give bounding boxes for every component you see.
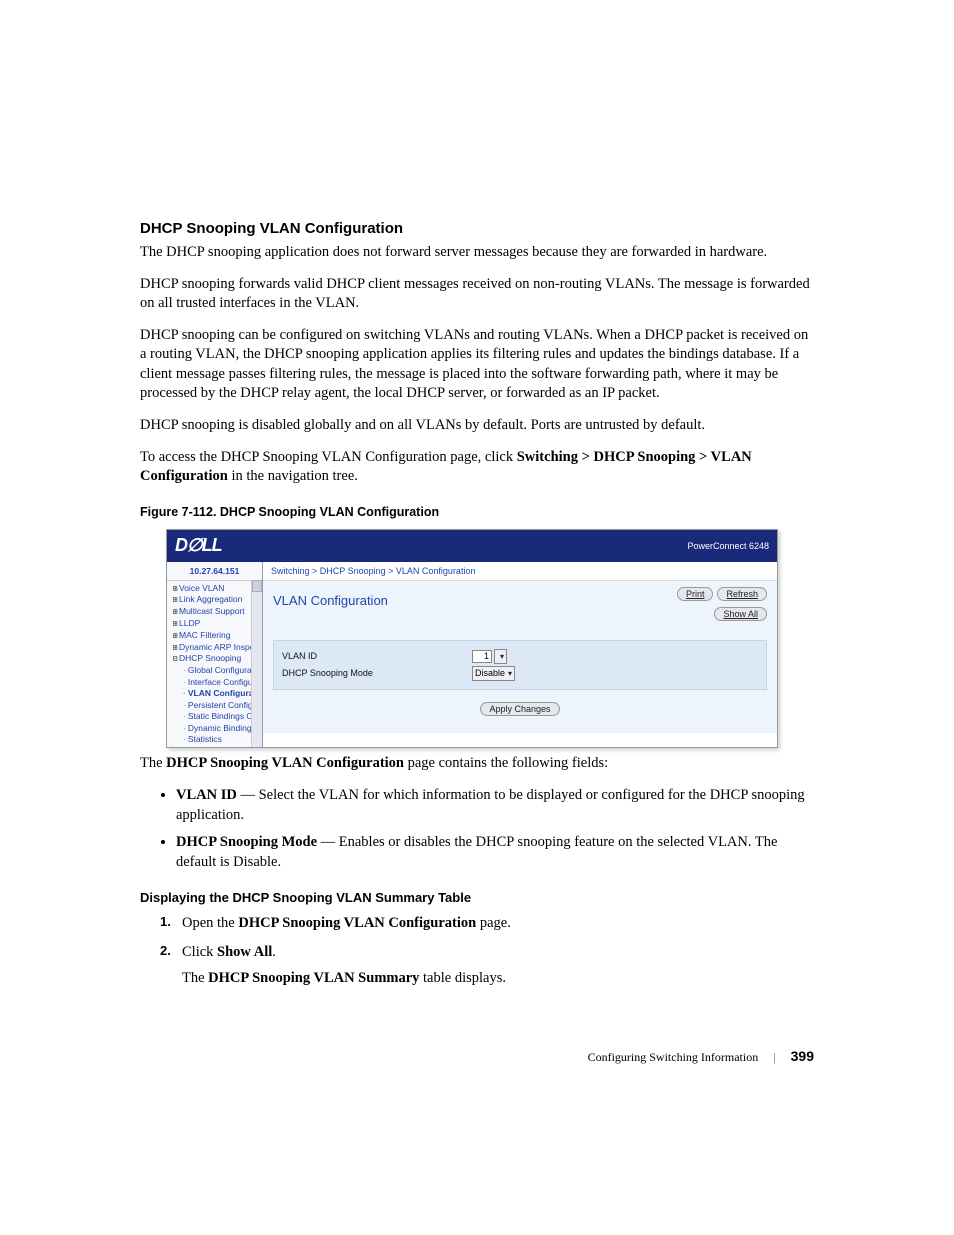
step-1: 1. Open the DHCP Snooping VLAN Configura… xyxy=(160,913,814,933)
after-figure-text: The DHCP Snooping VLAN Configuration pag… xyxy=(140,754,814,774)
snooping-mode-label: DHCP Snooping Mode xyxy=(282,668,472,678)
field-list: VLAN ID — Select the VLAN for which info… xyxy=(140,786,814,872)
vlan-id-label: VLAN ID xyxy=(282,651,472,661)
vlan-id-dropdown[interactable]: ▾ xyxy=(494,649,507,664)
nav-item-label: Link Aggregation xyxy=(179,594,242,604)
paragraph-2: DHCP snooping forwards valid DHCP client… xyxy=(140,275,814,314)
nav-item-label: MAC Filtering xyxy=(179,630,230,640)
embedded-screenshot: D∅LL PowerConnect 6248 10.27.64.151 ⊞Voi… xyxy=(166,529,778,749)
nav-item-label: DHCP Snooping xyxy=(179,653,241,663)
refresh-button[interactable]: Refresh xyxy=(717,587,767,601)
text: page contains the following fields: xyxy=(404,755,608,771)
figure-caption: Figure 7-112. DHCP Snooping VLAN Configu… xyxy=(140,505,814,519)
chevron-down-icon: ▾ xyxy=(508,669,512,678)
paragraph-5-post: in the navigation tree. xyxy=(228,468,358,484)
nav-item-label: Dynamic ARP Inspe xyxy=(179,642,254,652)
config-panel: VLAN ID 1 ▾ DHCP Snooping Mode Disable▾ xyxy=(273,640,767,690)
field-desc: — Select the VLAN for which information … xyxy=(176,787,805,823)
sub-heading: Displaying the DHCP Snooping VLAN Summar… xyxy=(140,890,814,905)
nav-item[interactable]: ⊞Dynamic ARP Inspe xyxy=(169,642,262,654)
nav-item-label: LLDP xyxy=(179,618,200,628)
text: page. xyxy=(476,915,511,931)
table-ref-bold: DHCP Snooping VLAN Summary xyxy=(208,970,419,986)
chevron-down-icon: ▾ xyxy=(500,652,504,661)
nav-item-label: Multicast Support xyxy=(179,606,245,616)
field-term: VLAN ID xyxy=(176,787,237,803)
text: table displays. xyxy=(419,970,506,986)
scrollbar-thumb[interactable] xyxy=(252,580,262,592)
apply-changes-button[interactable]: Apply Changes xyxy=(480,702,559,716)
field-term: DHCP Snooping Mode xyxy=(176,834,317,850)
step-number: 1. xyxy=(160,913,171,931)
text: The xyxy=(140,755,166,771)
snooping-mode-select[interactable]: Disable▾ xyxy=(472,666,515,681)
page-number: 399 xyxy=(791,1048,814,1064)
nav-scrollbar[interactable] xyxy=(251,580,262,748)
page-footer: Configuring Switching Information | 399 xyxy=(140,1048,814,1065)
page-ref-bold: DHCP Snooping VLAN Configuration xyxy=(238,915,476,931)
text: Open the xyxy=(182,915,238,931)
product-name: PowerConnect 6248 xyxy=(687,541,769,551)
device-ip: 10.27.64.151 xyxy=(167,562,262,581)
nav-item[interactable]: ⊞MAC Filtering xyxy=(169,630,262,642)
steps-list: 1. Open the DHCP Snooping VLAN Configura… xyxy=(140,913,814,988)
dell-logo: D∅LL xyxy=(175,535,222,556)
text: Click xyxy=(182,944,217,960)
nav-item[interactable]: ⊞LLDP xyxy=(169,618,262,630)
step-2-result: The DHCP Snooping VLAN Summary table dis… xyxy=(182,968,814,988)
nav-item[interactable]: ⊞Multicast Support xyxy=(169,606,262,618)
footer-separator: | xyxy=(773,1050,775,1064)
step-number: 2. xyxy=(160,942,171,960)
paragraph-4: DHCP snooping is disabled globally and o… xyxy=(140,416,814,436)
list-item: VLAN ID — Select the VLAN for which info… xyxy=(176,786,814,825)
vlan-id-input[interactable]: 1 xyxy=(472,650,492,663)
breadcrumb[interactable]: Switching > DHCP Snooping > VLAN Configu… xyxy=(263,562,777,581)
paragraph-5-pre: To access the DHCP Snooping VLAN Configu… xyxy=(140,449,517,465)
nav-tree[interactable]: 10.27.64.151 ⊞Voice VLAN ⊞Link Aggregati… xyxy=(167,562,263,748)
nav-item-dhcp-snooping[interactable]: ⊟DHCP Snooping xyxy=(169,653,262,665)
section-heading: DHCP Snooping VLAN Configuration xyxy=(140,220,814,237)
text: The xyxy=(182,970,208,986)
nav-item-label: Voice VLAN xyxy=(179,583,224,593)
list-item: DHCP Snooping Mode — Enables or disables… xyxy=(176,833,814,872)
snooping-mode-value: Disable xyxy=(475,668,505,678)
text: . xyxy=(272,944,276,960)
nav-item[interactable]: ⊞Voice VLAN xyxy=(169,583,262,595)
nav-item[interactable]: ⊞Link Aggregation xyxy=(169,594,262,606)
content-pane: Switching > DHCP Snooping > VLAN Configu… xyxy=(263,562,777,748)
paragraph-5: To access the DHCP Snooping VLAN Configu… xyxy=(140,448,814,487)
footer-section: Configuring Switching Information xyxy=(588,1050,759,1064)
paragraph-1: The DHCP snooping application does not f… xyxy=(140,243,814,263)
step-2: 2. Click Show All. The DHCP Snooping VLA… xyxy=(160,942,814,989)
button-ref-bold: Show All xyxy=(217,944,272,960)
app-header: D∅LL PowerConnect 6248 xyxy=(167,530,777,562)
page-name-bold: DHCP Snooping VLAN Configuration xyxy=(166,755,404,771)
print-button[interactable]: Print xyxy=(677,587,714,601)
paragraph-3: DHCP snooping can be configured on switc… xyxy=(140,326,814,404)
show-all-button[interactable]: Show All xyxy=(714,607,767,621)
